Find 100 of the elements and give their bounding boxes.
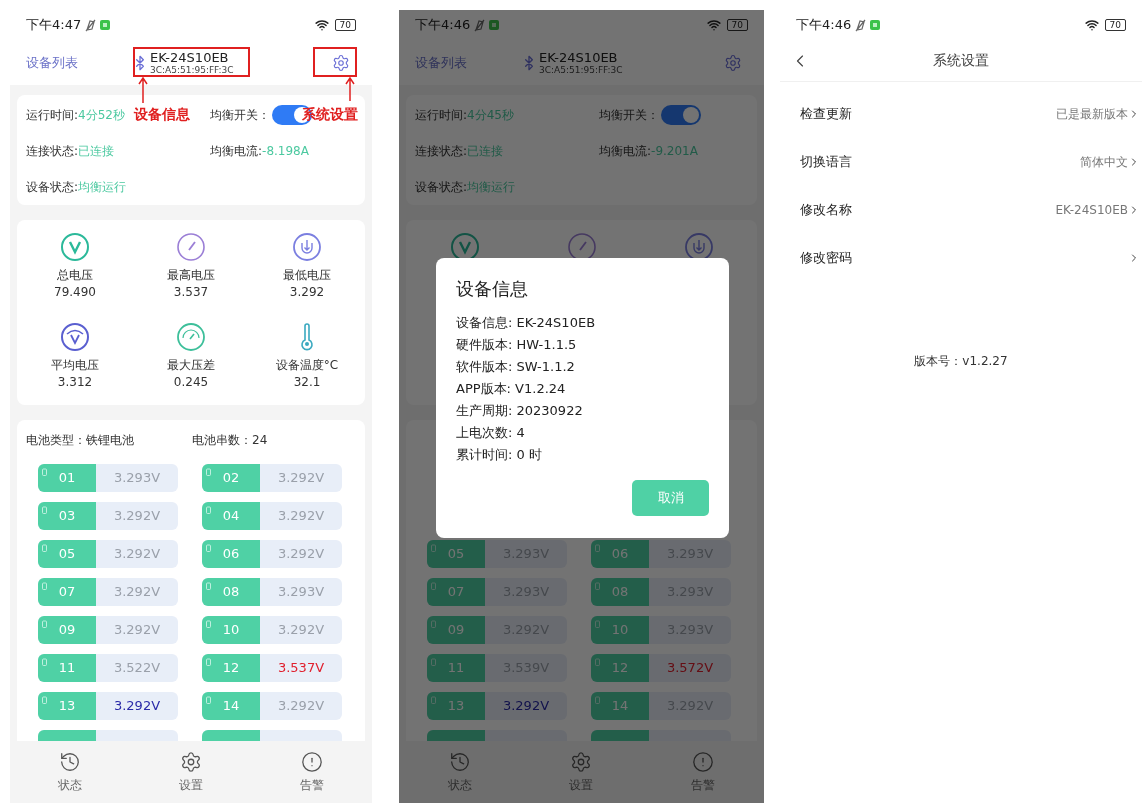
- cell-voltage: 3.522V: [112, 659, 162, 678]
- metric-value: 3.312: [57, 374, 93, 390]
- dialog-title: 设备信息: [456, 277, 529, 301]
- row-label: 修改密码: [800, 249, 852, 268]
- battery-icon: [595, 620, 600, 628]
- dialog-info-line: 累计时间: 0 时: [456, 446, 543, 464]
- metric-value: 0.245: [173, 374, 209, 390]
- battery-icon: [42, 696, 47, 704]
- screen-title: 系统设置: [933, 51, 989, 70]
- settings-row[interactable]: 修改名称 EK-24S10EB: [780, 186, 1142, 234]
- gauge-icon: [176, 322, 206, 352]
- device-name: EK-24S10EB: [539, 50, 619, 65]
- battery-icon: [42, 506, 47, 514]
- cell-voltage: 3.292V: [112, 545, 162, 564]
- app-notification-icon: [489, 20, 500, 30]
- settings-icon[interactable]: [180, 750, 202, 773]
- pointer-arrow: [345, 77, 355, 101]
- battery-indicator: 70: [334, 19, 356, 31]
- balance-toggle[interactable]: [661, 105, 701, 125]
- cell-number: 01: [58, 469, 76, 488]
- battery-indicator: 70: [726, 19, 748, 31]
- wifi-icon: [706, 18, 721, 32]
- annotation-label: 设备信息: [134, 104, 190, 125]
- battery-icon: [206, 696, 211, 704]
- settings-icon[interactable]: [332, 53, 350, 72]
- balance-current: 均衡电流:-8.198A: [210, 143, 309, 160]
- cell-number: 07: [58, 583, 76, 602]
- cell-voltage: 3.292V: [112, 697, 162, 716]
- connection-status: 连接状态:已连接: [415, 143, 504, 160]
- status-time: 下午4:47: [26, 16, 82, 35]
- battery-icon: [595, 544, 600, 552]
- battery-icon: [595, 658, 600, 666]
- cell-voltage: 3.292V: [276, 545, 326, 564]
- nav-label[interactable]: 告警: [299, 775, 324, 794]
- status-time: 下午4:46: [415, 16, 471, 35]
- cell-voltage: 3.537V: [276, 659, 326, 678]
- cell-number: 05: [447, 545, 465, 564]
- alert-icon[interactable]: [692, 750, 715, 773]
- row-value: EK-24S10EB: [1055, 202, 1128, 219]
- app-notification-icon: [100, 20, 111, 30]
- cell-voltage: 3.292V: [112, 507, 162, 526]
- battery-icon: [431, 582, 436, 590]
- metric-value: 32.1: [293, 374, 321, 390]
- cell-number: 03: [58, 507, 76, 526]
- cell-number: 09: [447, 621, 465, 640]
- cell-number: 06: [611, 545, 629, 564]
- run-time: 运行时间:4分52秒: [26, 107, 125, 124]
- settings-icon[interactable]: [570, 750, 593, 773]
- wifi-icon: [1084, 18, 1099, 32]
- dialog-info-line: 生产周期: 20230922: [456, 402, 584, 420]
- settings-row[interactable]: 切换语言 简体中文: [780, 138, 1142, 186]
- battery-icon: [206, 620, 211, 628]
- settings-row[interactable]: 检查更新 已是最新版本: [780, 90, 1142, 138]
- balance-current: 均衡电流:-9.201A: [599, 143, 698, 160]
- history-icon[interactable]: [59, 750, 82, 773]
- battery-icon: [431, 696, 436, 704]
- cell-voltage: 3.292V: [276, 469, 326, 488]
- battery-indicator: 70: [1104, 19, 1126, 31]
- battery-icon: [206, 582, 211, 590]
- dialog-info-line: APP版本: V1.2.24: [456, 380, 567, 398]
- device-mac: 3C:A5:51:95:FF:3C: [150, 64, 234, 75]
- device-list-link[interactable]: 设备列表: [26, 52, 126, 73]
- dialog-info-line: 硬件版本: HW-1.1.5: [456, 336, 578, 354]
- cell-voltage: 3.293V: [276, 583, 326, 602]
- metric-label: 最大压差: [167, 357, 215, 374]
- cell-voltage: 3.292V: [501, 697, 551, 716]
- app-notification-icon: [870, 20, 881, 30]
- battery-icon: [431, 658, 436, 666]
- battery-count: 电池串数：24: [192, 432, 269, 449]
- metric-value: 3.292: [289, 284, 325, 300]
- dialog-info-line: 软件版本: SW-1.1.2: [456, 358, 576, 376]
- settings-row[interactable]: 修改密码: [780, 234, 1142, 282]
- battery-icon: [206, 506, 211, 514]
- battery-type: 电池类型：铁锂电池: [26, 432, 135, 449]
- battery-icon: [595, 582, 600, 590]
- run-time: 运行时间:4分45秒: [415, 107, 514, 124]
- nav-label[interactable]: 设置: [179, 775, 203, 794]
- metric-label: 平均电压: [51, 357, 99, 374]
- cell-voltage: 3.292V: [276, 621, 326, 640]
- cell-voltage: 3.292V: [276, 507, 326, 526]
- status-time: 下午4:46: [796, 16, 852, 35]
- metric-value: 3.537: [173, 284, 209, 300]
- battery-icon: [206, 468, 211, 476]
- balance-switch-label: 均衡开关：: [210, 107, 270, 124]
- cell-number: 14: [222, 697, 240, 716]
- cell-number: 06: [222, 545, 240, 564]
- nav-label[interactable]: 状态: [58, 775, 83, 794]
- device-mac: 3C:A5:51:95:FF:3C: [539, 64, 623, 75]
- battery-icon: [42, 468, 47, 476]
- device-name: EK-24S10EB: [150, 50, 230, 65]
- dialog-info-line: 设备信息: EK-24S10EB: [456, 314, 597, 332]
- history-icon[interactable]: [448, 750, 471, 773]
- dialog-info-line: 上电次数: 4: [456, 424, 526, 442]
- alert-icon[interactable]: [300, 750, 323, 773]
- cell-number: 11: [447, 659, 465, 678]
- cell-number: 12: [222, 659, 240, 678]
- device-status: 设备状态:均衡运行: [26, 179, 127, 196]
- battery-icon: [42, 582, 47, 590]
- cell-number: 10: [222, 621, 240, 640]
- cell-voltage: 3.572V: [665, 659, 715, 678]
